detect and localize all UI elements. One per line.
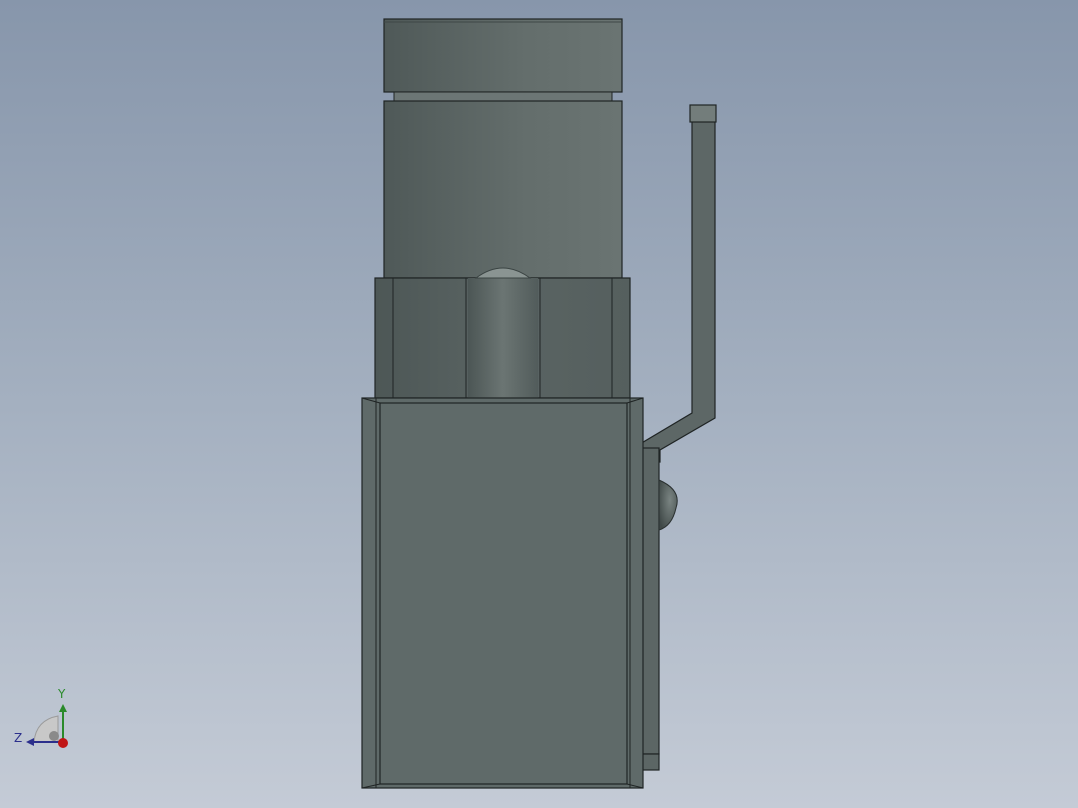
triad-z-label: Z: [14, 731, 23, 745]
side-knob[interactable]: [658, 479, 678, 531]
lower-body[interactable]: [361, 397, 644, 789]
valve-handle-lever[interactable]: [639, 104, 717, 463]
center-pin[interactable]: [468, 267, 538, 398]
top-cap[interactable]: [383, 18, 623, 93]
graphics-viewport[interactable]: Y Z: [0, 0, 1078, 808]
orientation-triad[interactable]: Y Z: [10, 684, 80, 754]
model-view[interactable]: [0, 0, 1078, 808]
triad-y-label: Y: [58, 687, 66, 701]
cap-groove: [384, 91, 622, 102]
main-cylinder[interactable]: [383, 100, 623, 279]
